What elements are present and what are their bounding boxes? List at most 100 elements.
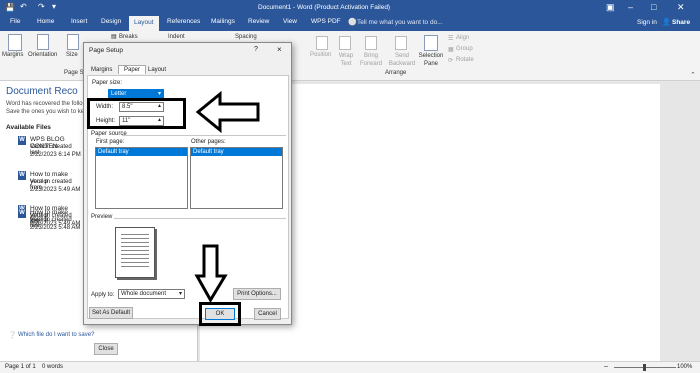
paper-source-label: Paper source: [91, 131, 127, 137]
tell-me-search[interactable]: Tell me what you want to do...: [357, 19, 443, 26]
dialog-title: Page Setup: [89, 47, 123, 54]
first-page-list[interactable]: Default tray: [95, 147, 188, 209]
window-title: Document1 - Word (Product Activation Fai…: [258, 4, 391, 11]
spacing-label: Spacing: [235, 34, 257, 40]
bring-forward-icon[interactable]: [365, 36, 377, 50]
preview-label: Preview: [91, 214, 113, 220]
apply-to-value: Whole document: [121, 291, 167, 297]
customize-toolbar-icon[interactable]: ▾: [52, 2, 56, 11]
selection-pane-button[interactable]: Selection Pane: [418, 52, 444, 68]
bring-forward-button[interactable]: Bring Forward: [356, 52, 386, 68]
margins-icon[interactable]: [8, 34, 22, 51]
align-button[interactable]: Align: [456, 35, 469, 41]
paper-size-value: Letter: [111, 91, 127, 97]
close-recovery-button[interactable]: Close: [94, 343, 118, 355]
tab-view[interactable]: View: [283, 18, 297, 25]
redo-icon[interactable]: ↷: [38, 2, 45, 11]
available-files-heading: Available Files: [6, 124, 51, 131]
print-options-button[interactable]: Print Options...: [233, 288, 281, 300]
tab-file[interactable]: File: [10, 18, 20, 25]
set-as-default-button[interactable]: Set As Default: [89, 307, 133, 319]
wrap-text-button[interactable]: Wrap Text: [336, 52, 356, 68]
margins-button[interactable]: Margins: [2, 52, 23, 58]
tab-wps-pdf[interactable]: WPS PDF: [311, 18, 341, 25]
tab-margins[interactable]: Margins: [91, 67, 112, 73]
word-file-icon: W: [18, 171, 26, 180]
list-item[interactable]: W How to make your p Version created las…: [12, 207, 82, 237]
word-file-icon: W: [18, 136, 26, 145]
indent-label: Indent: [168, 34, 185, 40]
position-icon[interactable]: [316, 36, 328, 50]
highlight-box: [199, 302, 241, 326]
list-item[interactable]: W How to make your p Version created fro…: [12, 169, 82, 199]
zoom-level[interactable]: 100%: [677, 364, 692, 370]
zoom-slider-thumb[interactable]: [643, 364, 646, 371]
align-icon: ☰: [448, 36, 454, 42]
vertical-scrollbar[interactable]: [690, 84, 700, 361]
tab-insert[interactable]: Insert: [71, 18, 87, 25]
left-arrow-annotation: [196, 90, 260, 134]
size-icon[interactable]: [67, 34, 79, 50]
file-date: 2/22/2023 6:14 PM: [30, 152, 81, 158]
highlight-box: [87, 98, 186, 129]
list-item[interactable]: W WPS BLOG CONTEN Version created last 2…: [12, 134, 82, 164]
which-file-link[interactable]: Which file do I want to save?: [18, 332, 94, 338]
breaks-button[interactable]: Breaks: [119, 34, 138, 40]
undo-icon[interactable]: ↶: [20, 2, 27, 11]
close-window-icon[interactable]: ✕: [677, 2, 685, 13]
position-button[interactable]: Position: [310, 52, 331, 58]
minimize-icon[interactable]: –: [628, 2, 633, 12]
page-preview: [115, 227, 155, 278]
zoom-out-icon[interactable]: –: [604, 363, 608, 370]
selection-pane-icon[interactable]: [424, 35, 438, 51]
tab-design[interactable]: Design: [101, 18, 121, 25]
size-button[interactable]: Size: [66, 52, 78, 58]
list-item[interactable]: Default tray: [96, 148, 187, 156]
page-setup-group-label: Page S: [64, 70, 84, 76]
recovery-title: Document Reco: [6, 86, 78, 97]
chevron-down-icon: ▾: [178, 291, 182, 297]
page-count[interactable]: Page 1 of 1: [5, 364, 36, 370]
tab-review[interactable]: Review: [248, 18, 269, 25]
status-bar: Page 1 of 1 0 words – 100%: [0, 361, 700, 373]
tab-home[interactable]: Home: [37, 18, 54, 25]
word-count[interactable]: 0 words: [42, 364, 63, 370]
maximize-icon[interactable]: □: [651, 2, 656, 12]
divider: [122, 135, 286, 136]
ribbon-display-icon[interactable]: ▣: [606, 2, 615, 13]
cancel-button[interactable]: Cancel: [254, 308, 281, 320]
recovery-desc-2: Save the ones you wish to ke: [6, 109, 85, 115]
other-pages-label: Other pages:: [191, 139, 226, 145]
wrap-text-icon[interactable]: [339, 36, 351, 50]
dialog-close-button[interactable]: ×: [277, 45, 282, 54]
share-icon: 👤: [662, 19, 671, 26]
page-setup-dialog: Page Setup ? × Margins Paper Layout Pape…: [83, 42, 292, 326]
tab-layout[interactable]: Layout: [129, 16, 159, 31]
sign-in-link[interactable]: Sign in: [637, 19, 657, 26]
orientation-button[interactable]: Orientation: [28, 52, 57, 58]
tab-references[interactable]: References: [167, 18, 200, 25]
group-button[interactable]: Group: [456, 46, 473, 52]
ribbon-tabs: File Home Insert Design Layout Reference…: [0, 16, 700, 31]
tab-layout[interactable]: Layout: [148, 67, 166, 73]
preview-lines: [121, 234, 149, 269]
share-button[interactable]: Share: [672, 19, 690, 26]
tab-paper[interactable]: Paper: [118, 65, 147, 74]
divider: [114, 218, 286, 219]
help-button[interactable]: ?: [254, 46, 258, 53]
collapse-ribbon-icon[interactable]: ⌃: [690, 71, 696, 79]
arrange-group-label: Arrange: [385, 70, 407, 76]
first-page-label: First page:: [96, 139, 125, 145]
list-item[interactable]: Default tray: [191, 148, 282, 156]
breaks-icon: ▤: [111, 34, 117, 40]
apply-to-select[interactable]: Whole document ▾: [118, 289, 185, 299]
title-bar: 💾 ↶ ↷ ▾ Document1 - Word (Product Activa…: [0, 0, 700, 16]
send-backward-button[interactable]: Send Backward: [386, 52, 418, 68]
orientation-icon[interactable]: [37, 34, 49, 50]
save-icon[interactable]: 💾: [5, 3, 15, 12]
send-backward-icon[interactable]: [395, 36, 407, 50]
other-pages-list[interactable]: Default tray: [190, 147, 283, 209]
rotate-icon: ⟳: [448, 58, 454, 64]
rotate-button[interactable]: Rotate: [456, 57, 474, 63]
tab-mailings[interactable]: Mailings: [211, 18, 235, 25]
